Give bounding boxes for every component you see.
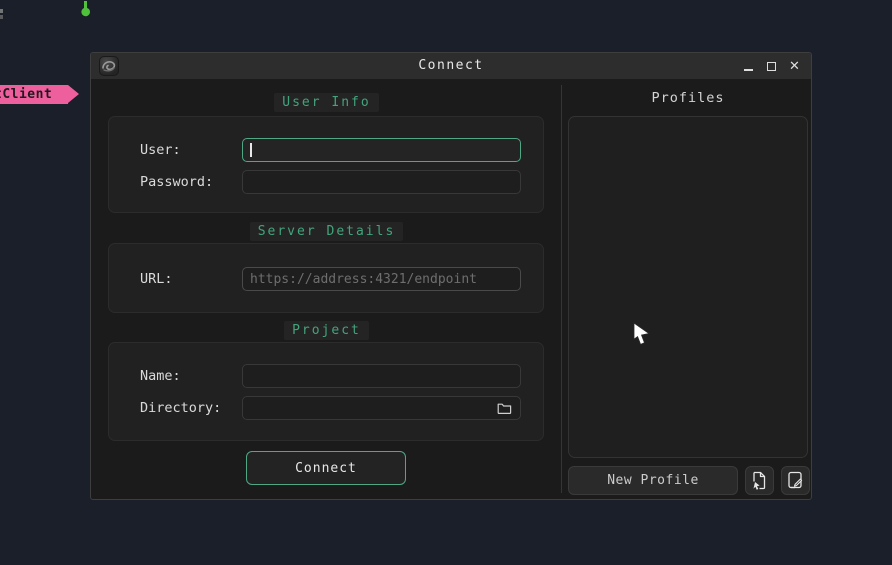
server-details-group: URL: [108,243,544,313]
terminal-prompt: tClient [0,85,79,104]
user-input-field[interactable] [254,143,514,158]
file-select-icon[interactable] [745,466,774,495]
user-info-group: User: Password: [108,116,544,213]
url-input-field[interactable] [250,272,513,287]
new-profile-button[interactable]: New Profile [568,466,738,495]
profiles-list[interactable] [568,116,808,458]
url-label: URL: [140,271,242,287]
close-icon[interactable]: ✕ [787,58,802,74]
minimize-icon[interactable] [741,58,756,74]
git-branch-icon [81,1,90,21]
connect-window: Connect ✕ User Info User: [90,52,812,500]
connection-form: User Info User: Password: [91,79,562,499]
user-label: User: [140,142,242,158]
name-label: Name: [140,368,242,384]
panel-divider [561,85,562,493]
password-input-field[interactable] [250,175,513,190]
section-header-project: Project [91,323,562,338]
directory-label: Directory: [140,400,242,416]
powerline-arrow-icon [68,85,79,103]
directory-input-field[interactable] [250,401,495,416]
profiles-header: Profiles [568,90,808,106]
window-controls: ✕ [741,53,802,79]
pointer-cursor [633,322,653,352]
text-caret [250,143,252,157]
project-name-input-field[interactable] [250,369,513,384]
section-header-server-details: Server Details [91,224,562,239]
prompt-segment: tClient [0,85,68,104]
user-input[interactable] [242,138,521,162]
window-body: User Info User: Password: [91,79,811,499]
desktop: tClient Connect ✕ [0,0,892,565]
url-input[interactable] [242,267,521,291]
project-name-input[interactable] [242,364,521,388]
maximize-icon[interactable] [764,58,779,74]
prompt-text: tClient [0,85,52,104]
section-header-user-info: User Info [91,95,562,110]
folder-icon[interactable] [495,399,513,417]
profiles-footer: New Profile [568,466,810,495]
password-label: Password: [140,174,242,190]
file-edit-icon[interactable] [781,466,810,495]
window-title: Connect [91,53,811,79]
terminal-artifact [0,9,3,13]
titlebar[interactable]: Connect ✕ [91,53,811,79]
project-group: Name: Directory: [108,342,544,441]
password-input[interactable] [242,170,521,194]
directory-input[interactable] [242,396,521,420]
connect-button[interactable]: Connect [246,451,406,485]
